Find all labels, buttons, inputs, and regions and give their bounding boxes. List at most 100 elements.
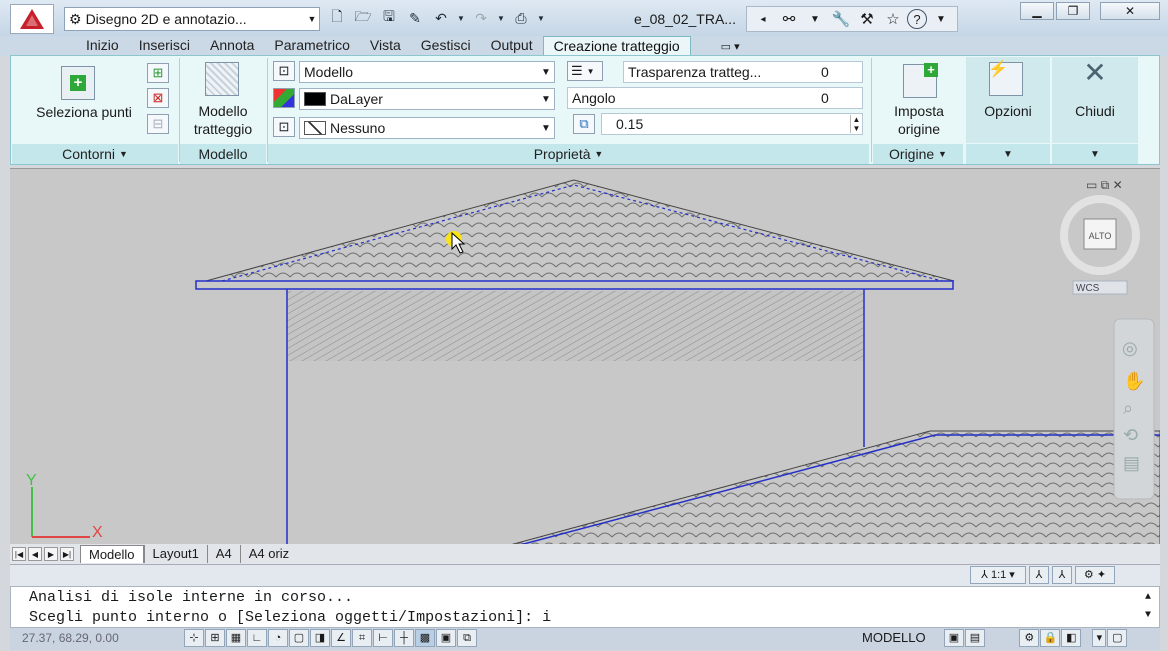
drawing-area[interactable]: Y X ▭ ⧉ ✕ ALTO WCS ◎ ✋ ⌕ ⟲ ▤ xyxy=(10,169,1161,546)
close-dropdown-icon[interactable]: ▼ xyxy=(1052,144,1138,164)
ribbon-minimize-icon[interactable]: ▭ ▾ xyxy=(721,38,740,56)
ortho-icon[interactable]: ∟ xyxy=(247,629,267,647)
annotation-scale-select[interactable]: ⅄ 1:1 ▾ xyxy=(970,566,1026,584)
command-line[interactable]: Analisi di isole interne in corso... Sce… xyxy=(10,586,1160,628)
search-dropdown-icon[interactable]: ▼ xyxy=(803,8,827,30)
close-icon[interactable]: ✕ xyxy=(1100,2,1160,20)
new-icon[interactable]: 🗋 xyxy=(326,8,348,28)
settings-icon[interactable]: ⚙ xyxy=(1019,629,1040,647)
infer-constraints-icon[interactable]: ⊹ xyxy=(184,629,204,647)
spinner-icon[interactable]: ▲ ▼ xyxy=(850,115,862,133)
annotation-visibility-icon[interactable]: ⅄ xyxy=(1029,566,1049,584)
lower-roof-hatch[interactable] xyxy=(509,430,1161,546)
hatch-type-select[interactable]: Modello ▼ xyxy=(299,61,555,83)
background-color-select[interactable]: Nessuno ▼ xyxy=(299,117,555,139)
auto-scale-icon[interactable]: ⅄ xyxy=(1052,566,1072,584)
undo-icon[interactable]: ↶ xyxy=(430,8,452,28)
workspace-switch-icon[interactable]: ⚙ ✦ xyxy=(1075,566,1115,584)
command-scroll-icon[interactable]: ▲ ▼ xyxy=(1145,589,1151,625)
quick-view-drawings-icon[interactable]: ▤ xyxy=(965,629,985,647)
options-dropdown-icon[interactable]: ▼ xyxy=(966,144,1050,164)
close-hatch-icon[interactable]: ✕ xyxy=(1052,59,1138,87)
plot-icon[interactable]: ⎙ xyxy=(510,8,532,28)
restore-icon[interactable]: ❐ xyxy=(1056,2,1090,20)
dyn-icon[interactable]: ⊢ xyxy=(373,629,393,647)
panel-origine[interactable]: Origine ▼ xyxy=(873,144,963,164)
wall-hatch[interactable] xyxy=(287,291,864,361)
wrench-icon[interactable]: 🔧 xyxy=(829,8,853,30)
snap-icon[interactable]: ⊞ xyxy=(205,629,225,647)
layout-tab-layout1[interactable]: Layout1 xyxy=(143,545,207,563)
hatch-pattern-button[interactable]: Modello tratteggio xyxy=(183,102,263,138)
tools-icon[interactable]: ⚒ xyxy=(855,8,879,30)
lock-icon[interactable]: 🔒 xyxy=(1040,629,1061,647)
roof-hatch[interactable] xyxy=(205,179,955,282)
orbit-icon[interactable]: ⟲ xyxy=(1123,425,1138,445)
showmotion-icon[interactable]: ▤ xyxy=(1123,453,1140,473)
grid-icon[interactable]: ▦ xyxy=(226,629,246,647)
layout-tab-a4[interactable]: A4 xyxy=(206,545,240,563)
layer-override-button[interactable]: ☰ ▼ xyxy=(567,61,603,81)
minimize-icon[interactable]: ▁ xyxy=(1020,2,1054,20)
osnap-icon[interactable]: ▢ xyxy=(289,629,309,647)
ducs-icon[interactable]: ⌗ xyxy=(352,629,372,647)
next-tab-icon[interactable]: ▶ xyxy=(44,547,58,561)
redo-dropdown-icon[interactable]: ▼ xyxy=(496,8,506,28)
selection-cycling-icon[interactable]: ⧉ xyxy=(457,629,477,647)
tab-vista[interactable]: Vista xyxy=(360,36,411,56)
viewcube[interactable]: ALTO xyxy=(1060,195,1140,275)
otrack-icon[interactable]: ∠ xyxy=(331,629,351,647)
set-origin-button[interactable]: Imposta origine xyxy=(877,102,961,138)
transparency-toggle-icon[interactable]: ▩ xyxy=(415,629,435,647)
viewport-controls-icon[interactable]: ▭ ⧉ ✕ xyxy=(1086,178,1123,192)
tab-creazione-tratteggio[interactable]: Creazione tratteggio xyxy=(542,36,691,56)
set-origin-icon[interactable]: + xyxy=(903,63,938,98)
quick-properties-icon[interactable]: ▣ xyxy=(436,629,456,647)
panel-contorni[interactable]: Contorni ▼ xyxy=(12,144,178,164)
tab-parametrico[interactable]: Parametrico xyxy=(264,36,359,56)
star-icon[interactable]: ☆ xyxy=(881,8,905,30)
tab-output[interactable]: Output xyxy=(481,36,543,56)
tab-gestisci[interactable]: Gestisci xyxy=(411,36,481,56)
hatch-color-select[interactable]: DaLayer ▼ xyxy=(299,88,555,110)
help-dropdown-icon[interactable]: ▼ xyxy=(929,8,953,30)
polar-icon[interactable]: ◔ xyxy=(268,629,288,647)
binoculars-icon[interactable]: ⚯ xyxy=(777,8,801,30)
open-icon[interactable]: 🗁 xyxy=(352,8,374,28)
prev-tab-icon[interactable]: ◀ xyxy=(28,547,42,561)
application-menu-button[interactable] xyxy=(10,4,54,34)
viewcube-face[interactable]: ALTO xyxy=(1089,231,1112,241)
close-hatch-button[interactable]: Chiudi xyxy=(1052,102,1138,120)
quick-view-layouts-icon[interactable]: ▣ xyxy=(944,629,964,647)
hatch-pattern-icon[interactable] xyxy=(205,62,239,96)
steering-wheel-icon[interactable]: ◎ xyxy=(1122,338,1138,358)
pan-icon[interactable]: ✋ xyxy=(1123,370,1145,391)
help-icon[interactable]: ? xyxy=(907,9,927,29)
lineweight-icon[interactable]: ┼ xyxy=(394,629,414,647)
angle-field[interactable]: Angolo xyxy=(567,87,863,109)
undo-dropdown-icon[interactable]: ▼ xyxy=(456,8,466,28)
redo-icon[interactable]: ↷ xyxy=(470,8,492,28)
first-tab-icon[interactable]: |◀ xyxy=(12,547,26,561)
status-menu-icon[interactable]: ▾ xyxy=(1092,629,1107,647)
clean-screen-icon[interactable]: ▢ xyxy=(1107,629,1128,647)
tab-inserisci[interactable]: Inserisci xyxy=(129,36,200,56)
options-icon[interactable]: ⚡ xyxy=(988,61,1023,96)
remove-boundary-icon[interactable]: ⊠ xyxy=(147,88,169,108)
expand-left-icon[interactable]: ◂ xyxy=(751,8,775,30)
qat-dropdown-icon[interactable]: ▼ xyxy=(536,8,546,28)
roof-eave-line[interactable] xyxy=(195,280,954,290)
command-prompt-line[interactable]: Scegli punto interno o [Seleziona oggett… xyxy=(29,609,551,626)
panel-proprieta[interactable]: Proprietà ▼ xyxy=(268,144,869,164)
add-pick-points-icon[interactable]: + xyxy=(61,66,95,100)
options-button[interactable]: Opzioni xyxy=(966,102,1050,120)
recreate-boundary-icon[interactable]: ⊟ xyxy=(147,114,169,134)
model-space-label[interactable]: MODELLO xyxy=(862,630,926,645)
coordinates-readout[interactable]: 27.37, 68.29, 0.00 xyxy=(22,631,119,645)
select-points-button[interactable]: Seleziona punti xyxy=(19,103,149,121)
workspace-selector[interactable]: ⚙ Disegno 2D e annotazio... ▼ xyxy=(64,7,320,31)
tab-annota[interactable]: Annota xyxy=(200,36,264,56)
save-as-icon[interactable]: ✎ xyxy=(404,8,426,28)
scale-field[interactable]: 0.15 ▲ ▼ xyxy=(601,113,863,135)
zoom-icon[interactable]: ⌕ xyxy=(1123,398,1133,418)
